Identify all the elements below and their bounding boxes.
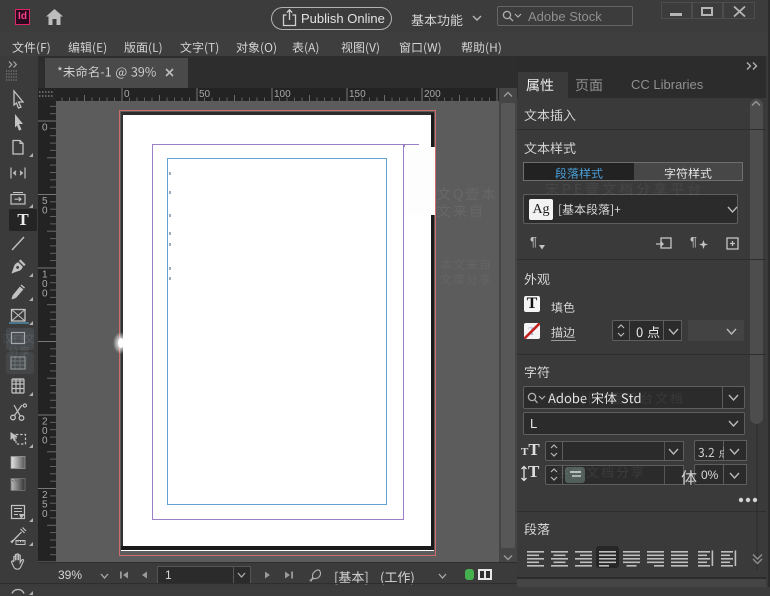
svg-text:0: 0 (42, 436, 48, 447)
svg-text:0: 0 (124, 89, 130, 100)
svg-text:0: 0 (42, 509, 48, 520)
svg-text:200: 200 (424, 89, 441, 100)
svg-text:0: 0 (42, 123, 48, 134)
svg-text:50: 50 (199, 89, 211, 100)
svg-text:0: 0 (42, 206, 48, 217)
svg-text:0: 0 (42, 289, 48, 300)
svg-text:150: 150 (349, 89, 366, 100)
svg-text:100: 100 (274, 89, 291, 100)
